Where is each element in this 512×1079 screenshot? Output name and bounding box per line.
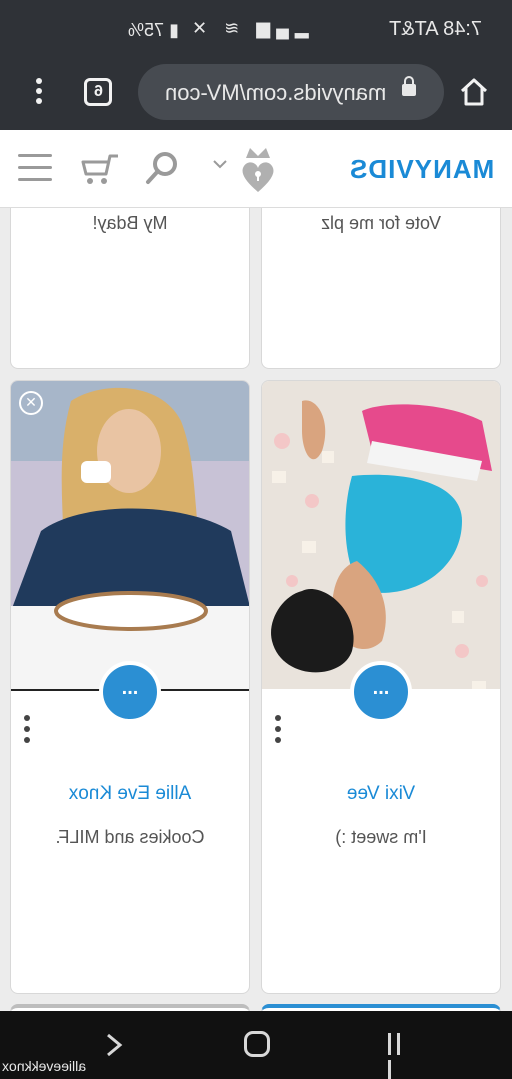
chevron-down-icon[interactable] xyxy=(212,158,228,170)
address-bar[interactable]: manyvids.com/MV-con xyxy=(138,64,444,120)
card-description: I'm sweet :) xyxy=(335,827,427,847)
hamburger-menu-icon[interactable] xyxy=(18,154,52,182)
close-icon[interactable]: ✕ xyxy=(19,391,43,415)
crown-heart-icon[interactable] xyxy=(238,144,278,194)
site-logo[interactable]: MANYVIDS xyxy=(349,154,494,185)
battery-level: 75% xyxy=(128,20,165,40)
site-header: MANYVIDS xyxy=(0,130,512,208)
home-button-icon[interactable] xyxy=(244,1031,270,1057)
wifi-icon: ≋ xyxy=(218,18,240,38)
card-more-button[interactable]: ... xyxy=(99,661,161,723)
watermark-text: allieevekknox xyxy=(2,1058,87,1074)
creator-photo[interactable] xyxy=(11,381,250,691)
creator-name[interactable]: Allie Eve Knox xyxy=(11,783,249,805)
home-icon[interactable] xyxy=(458,76,490,108)
content-grid: Vote for me plz My Bday! ... Vixi Vee I'… xyxy=(0,208,512,1011)
creator-card[interactable]: ✕ ... Allie Eve Knox Cookies and MILF. xyxy=(10,380,250,994)
cart-icon[interactable] xyxy=(80,152,120,186)
creator-card[interactable]: ... Vixi Vee I'm sweet :) xyxy=(261,380,501,994)
creator-name[interactable]: Vixi Vee xyxy=(262,783,500,805)
signal-icon: ▂▄▆ xyxy=(250,18,309,38)
search-icon[interactable] xyxy=(144,150,180,186)
tab-switcher-button[interactable]: 6 xyxy=(84,78,112,106)
creator-card[interactable]: Vote for me plz xyxy=(261,208,501,369)
status-time-carrier: 7:48 AT&T xyxy=(388,18,482,40)
back-icon[interactable] xyxy=(104,1033,124,1057)
tab-count: 6 xyxy=(93,83,103,100)
creator-card[interactable] xyxy=(261,1004,501,1011)
card-description: Vote for me plz xyxy=(320,213,442,233)
signal-icons: ▂▄▆ ≋ ✕ xyxy=(186,18,309,39)
kebab-menu-icon[interactable] xyxy=(24,715,32,743)
creator-card[interactable] xyxy=(10,1004,250,1011)
creator-photo[interactable] xyxy=(262,381,501,691)
browser-menu-icon[interactable] xyxy=(34,78,44,108)
status-bar: 7:48 AT&T ▮ 75% ▂▄▆ ≋ ✕ xyxy=(0,0,512,58)
lock-icon[interactable] xyxy=(402,76,416,96)
address-bar-url: manyvids.com/MV-con xyxy=(164,80,386,105)
kebab-menu-icon[interactable] xyxy=(275,715,283,743)
card-more-button[interactable]: ... xyxy=(350,661,412,723)
recent-apps-icon[interactable] xyxy=(388,1033,412,1079)
creator-card[interactable]: My Bday! xyxy=(10,208,250,369)
card-description: My Bday! xyxy=(92,213,168,233)
mute-icon: ✕ xyxy=(186,18,208,38)
browser-toolbar: 6 manyvids.com/MV-con xyxy=(0,58,512,130)
screen: 7:48 AT&T ▮ 75% ▂▄▆ ≋ ✕ 6 manyvids.com/M… xyxy=(0,0,512,1079)
battery-indicator: ▮ 75% xyxy=(128,20,179,40)
card-description: Cookies and MILF. xyxy=(55,827,205,847)
